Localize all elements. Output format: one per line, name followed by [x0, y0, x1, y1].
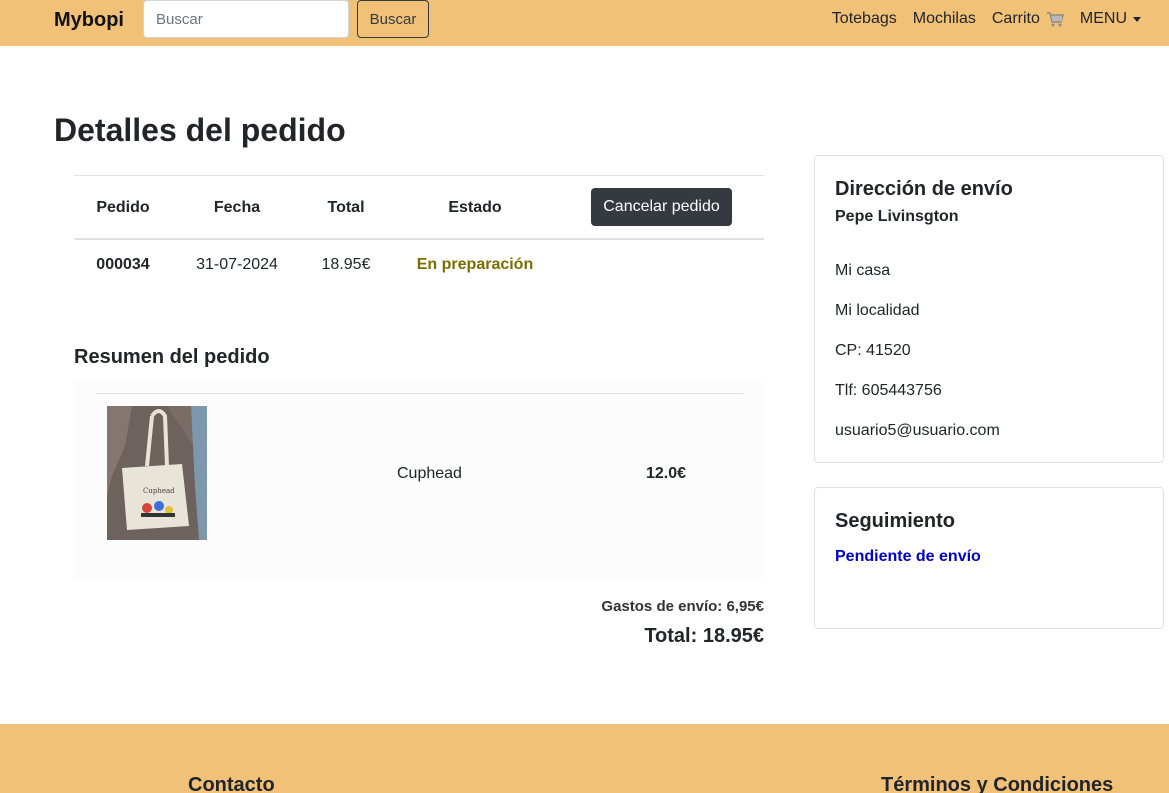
- nav-link-totebags[interactable]: Totebags: [832, 10, 897, 28]
- brand-logo[interactable]: Mybopi: [54, 9, 124, 32]
- header-fecha: Fecha: [213, 199, 261, 216]
- product-photo: Cuphead: [107, 406, 207, 540]
- product-name: Cuphead: [397, 465, 462, 482]
- product-price: 12.0€: [646, 465, 687, 482]
- header-total: Total: [327, 199, 365, 216]
- nav-link-cart-label: Carrito: [991, 10, 1040, 27]
- cart-icon: [1046, 12, 1064, 27]
- table-divider: [74, 175, 764, 176]
- address-locality: Mi localidad: [835, 302, 920, 319]
- nav-links: Totebags Mochilas Carrito MENU: [816, 10, 1141, 28]
- tracking-title: Seguimiento: [835, 510, 956, 532]
- address-postcode: CP: 41520: [835, 342, 911, 359]
- cancel-order-button[interactable]: Cancelar pedido: [591, 188, 732, 226]
- tracking-status: Pendiente de envío: [835, 548, 981, 565]
- order-total: 18.95€: [321, 256, 371, 273]
- order-date: 31-07-2024: [196, 256, 278, 273]
- footer-terms-heading: Términos y Condiciones: [881, 774, 1114, 793]
- caret-down-icon: [1133, 16, 1141, 22]
- svg-text:Cuphead: Cuphead: [143, 487, 175, 495]
- address-line: Mi casa: [835, 262, 891, 279]
- order-grand-total: Total: 18.95€: [644, 625, 764, 647]
- header-pedido: Pedido: [96, 199, 150, 216]
- order-id: 000034: [96, 256, 150, 273]
- navbar: Mybopi Buscar Totebags Mochilas Carrito …: [0, 0, 1169, 46]
- shipping-cost: Gastos de envío: 6,95€: [601, 598, 764, 615]
- header-estado: Estado: [448, 199, 502, 216]
- nav-link-mochilas[interactable]: Mochilas: [913, 10, 976, 28]
- summary-box: Cuphead Cuphead 12.0€: [74, 380, 764, 580]
- address-title: Dirección de envío: [835, 178, 1013, 200]
- footer: Contacto Términos y Condiciones: [0, 724, 1169, 793]
- menu-dropdown[interactable]: MENU: [1080, 10, 1141, 28]
- search-button[interactable]: Buscar: [357, 0, 429, 38]
- address-email: usuario5@usuario.com: [835, 422, 1000, 439]
- summary-divider: [95, 393, 743, 394]
- order-status: En preparación: [416, 256, 534, 273]
- tracking-card: Seguimiento Pendiente de envío: [814, 487, 1164, 629]
- address-phone: Tlf: 605443756: [835, 382, 942, 399]
- address-card: Dirección de envío Pepe Livinsgton Mi ca…: [814, 155, 1164, 463]
- nav-link-cart[interactable]: Carrito: [992, 10, 1064, 28]
- menu-dropdown-label: MENU: [1079, 10, 1127, 27]
- search-input[interactable]: [143, 0, 349, 38]
- cuphead-totebag-image[interactable]: Cuphead: [107, 406, 207, 540]
- table-header-divider: [74, 238, 764, 240]
- footer-contact-heading: Contacto: [188, 774, 275, 793]
- page-title: Detalles del pedido: [54, 112, 346, 148]
- address-name: Pepe Livinsgton: [835, 208, 959, 225]
- summary-title: Resumen del pedido: [74, 346, 270, 368]
